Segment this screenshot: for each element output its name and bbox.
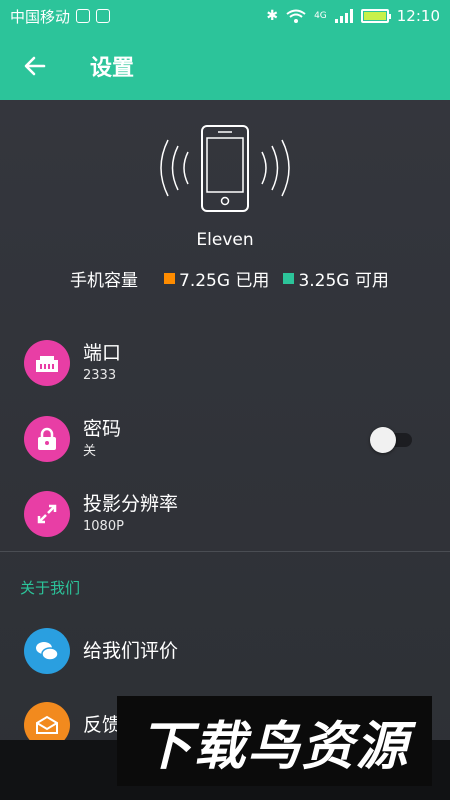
storage-used-value: 7.25G 已用 xyxy=(179,271,270,291)
bluetooth-icon: ✱ xyxy=(266,8,279,24)
toggle-knob xyxy=(370,427,396,453)
watermark-text: 下载鸟资源 xyxy=(139,716,410,777)
arrow-left-icon xyxy=(24,56,46,76)
setting-title: 密码 xyxy=(83,418,122,440)
ethernet-port-icon xyxy=(24,340,70,386)
setting-value: 2333 xyxy=(83,368,117,383)
storage-capacity: 手机容量 7.25G 已用 3.25G 可用 xyxy=(70,266,430,291)
gallery-notification-icon xyxy=(96,9,111,23)
app-notification-icon xyxy=(76,9,91,23)
divider xyxy=(0,551,450,552)
storage-used: 7.25G 已用 xyxy=(164,266,269,291)
setting-value: 1080P xyxy=(83,519,124,534)
setting-title: 端口 xyxy=(83,342,122,364)
status-bar: 中国移动 ✱ 4G 12:10 xyxy=(0,0,450,32)
setting-title: 投影分辨率 xyxy=(83,493,179,515)
password-toggle[interactable] xyxy=(370,426,414,453)
lock-icon xyxy=(24,416,70,462)
watermark-banner: 下载鸟资源 xyxy=(117,696,432,786)
clock: 12:10 xyxy=(396,7,440,25)
setting-port[interactable]: 端口 2333 xyxy=(0,327,450,399)
setting-resolution[interactable]: 投影分辨率 1080P xyxy=(0,478,450,550)
expand-arrows-icon xyxy=(24,491,70,537)
about-item-title: 反馈 xyxy=(83,714,122,736)
chat-bubbles-icon xyxy=(24,628,70,674)
network-type: 4G xyxy=(314,11,327,21)
page-title: 设置 xyxy=(90,56,135,81)
capacity-label: 手机容量 xyxy=(70,271,138,291)
wifi-icon xyxy=(286,9,306,23)
battery-icon xyxy=(360,9,391,23)
storage-free-value: 3.25G 可用 xyxy=(298,271,389,291)
phone-broadcast-icon xyxy=(160,125,290,212)
back-button[interactable] xyxy=(22,53,48,79)
carrier-label: 中国移动 xyxy=(10,7,71,26)
settings-content: Eleven 手机容量 7.25G 已用 3.25G 可用 端口 2333 密码… xyxy=(0,100,450,800)
section-title-about: 关于我们 xyxy=(20,579,81,597)
about-item-title: 给我们评价 xyxy=(83,640,179,662)
device-name: Eleven xyxy=(196,230,254,250)
about-rate-us[interactable]: 给我们评价 xyxy=(0,615,450,687)
storage-free: 3.25G 可用 xyxy=(283,266,389,291)
app-bar: 设置 xyxy=(0,32,450,100)
setting-value: 关 xyxy=(83,444,97,459)
used-legend-square xyxy=(164,273,175,284)
signal-icon xyxy=(334,9,353,23)
free-legend-square xyxy=(283,273,295,284)
